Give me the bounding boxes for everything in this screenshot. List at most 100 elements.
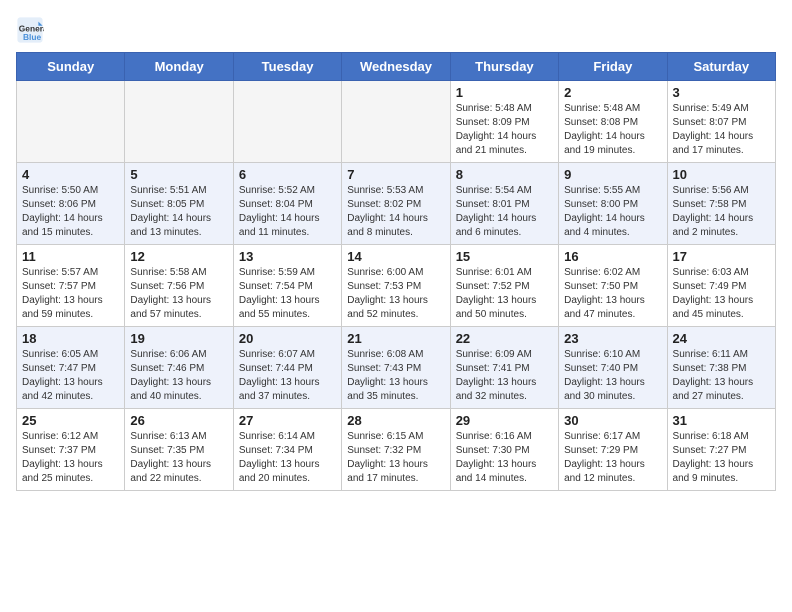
calendar-cell: 31 Sunrise: 6:18 AM Sunset: 7:27 PM Dayli… <box>667 409 775 491</box>
day-number: 19 <box>130 331 227 346</box>
day-info: Sunrise: 5:49 AM Sunset: 8:07 PM Dayligh… <box>673 102 770 158</box>
day-info: Sunrise: 5:54 AM Sunset: 8:01 PM Dayligh… <box>456 184 553 240</box>
day-info: Sunrise: 6:09 AM Sunset: 7:41 PM Dayligh… <box>456 348 553 404</box>
calendar-cell: 26 Sunrise: 6:13 AM Sunset: 7:35 PM Dayli… <box>125 409 233 491</box>
calendar-cell: 3Sunrise: 5:49 AM Sunset: 8:07 PM Daylig… <box>667 81 775 163</box>
calendar-cell: 19 Sunrise: 6:06 AM Sunset: 7:46 PM Dayli… <box>125 327 233 409</box>
day-number: 9 <box>564 167 661 182</box>
day-number: 21 <box>347 331 444 346</box>
calendar-week-row: 25 Sunrise: 6:12 AM Sunset: 7:37 PM Dayli… <box>17 409 776 491</box>
day-number: 17 <box>673 249 770 264</box>
day-info: Sunrise: 6:12 AM Sunset: 7:37 PM Dayligh… <box>22 430 119 486</box>
logo-icon: General Blue <box>16 16 44 44</box>
calendar-cell: 20 Sunrise: 6:07 AM Sunset: 7:44 PM Dayli… <box>233 327 341 409</box>
day-number: 2 <box>564 85 661 100</box>
day-info: Sunrise: 5:50 AM Sunset: 8:06 PM Dayligh… <box>22 184 119 240</box>
day-number: 25 <box>22 413 119 428</box>
calendar-cell: 9 Sunrise: 5:55 AM Sunset: 8:00 PM Daylig… <box>559 163 667 245</box>
calendar-cell <box>17 81 125 163</box>
calendar-cell: 4 Sunrise: 5:50 AM Sunset: 8:06 PM Daylig… <box>17 163 125 245</box>
day-number: 16 <box>564 249 661 264</box>
day-info: Sunrise: 5:55 AM Sunset: 8:00 PM Dayligh… <box>564 184 661 240</box>
weekday-header-sunday: Sunday <box>17 53 125 81</box>
calendar-week-row: 11 Sunrise: 5:57 AM Sunset: 7:57 PM Dayli… <box>17 245 776 327</box>
day-number: 31 <box>673 413 770 428</box>
weekday-header-thursday: Thursday <box>450 53 558 81</box>
day-info: Sunrise: 6:18 AM Sunset: 7:27 PM Dayligh… <box>673 430 770 486</box>
day-info: Sunrise: 5:56 AM Sunset: 7:58 PM Dayligh… <box>673 184 770 240</box>
calendar-cell: 11 Sunrise: 5:57 AM Sunset: 7:57 PM Dayli… <box>17 245 125 327</box>
day-number: 14 <box>347 249 444 264</box>
calendar-cell: 16Sunrise: 6:02 AM Sunset: 7:50 PM Dayli… <box>559 245 667 327</box>
day-info: Sunrise: 6:10 AM Sunset: 7:40 PM Dayligh… <box>564 348 661 404</box>
calendar-cell: 24 Sunrise: 6:11 AM Sunset: 7:38 PM Dayli… <box>667 327 775 409</box>
calendar-cell: 23 Sunrise: 6:10 AM Sunset: 7:40 PM Dayli… <box>559 327 667 409</box>
day-info: Sunrise: 6:16 AM Sunset: 7:30 PM Dayligh… <box>456 430 553 486</box>
day-info: Sunrise: 5:53 AM Sunset: 8:02 PM Dayligh… <box>347 184 444 240</box>
day-info: Sunrise: 5:48 AM Sunset: 8:09 PM Dayligh… <box>456 102 553 158</box>
calendar-cell: 14 Sunrise: 6:00 AM Sunset: 7:53 PM Dayli… <box>342 245 450 327</box>
calendar-cell: 13Sunrise: 5:59 AM Sunset: 7:54 PM Dayli… <box>233 245 341 327</box>
day-info: Sunrise: 5:52 AM Sunset: 8:04 PM Dayligh… <box>239 184 336 240</box>
day-number: 27 <box>239 413 336 428</box>
calendar-cell: 18 Sunrise: 6:05 AM Sunset: 7:47 PM Dayli… <box>17 327 125 409</box>
calendar-cell: 30 Sunrise: 6:17 AM Sunset: 7:29 PM Dayli… <box>559 409 667 491</box>
day-info: Sunrise: 6:17 AM Sunset: 7:29 PM Dayligh… <box>564 430 661 486</box>
calendar-cell: 17 Sunrise: 6:03 AM Sunset: 7:49 PM Dayli… <box>667 245 775 327</box>
calendar-cell: 5Sunrise: 5:51 AM Sunset: 8:05 PM Daylig… <box>125 163 233 245</box>
calendar-cell: 6 Sunrise: 5:52 AM Sunset: 8:04 PM Daylig… <box>233 163 341 245</box>
calendar-cell: 29 Sunrise: 6:16 AM Sunset: 7:30 PM Dayli… <box>450 409 558 491</box>
svg-text:Blue: Blue <box>23 32 41 42</box>
day-number: 15 <box>456 249 553 264</box>
day-info: Sunrise: 6:03 AM Sunset: 7:49 PM Dayligh… <box>673 266 770 322</box>
day-info: Sunrise: 6:15 AM Sunset: 7:32 PM Dayligh… <box>347 430 444 486</box>
day-info: Sunrise: 6:08 AM Sunset: 7:43 PM Dayligh… <box>347 348 444 404</box>
calendar-cell: 12Sunrise: 5:58 AM Sunset: 7:56 PM Dayli… <box>125 245 233 327</box>
day-number: 11 <box>22 249 119 264</box>
calendar-cell: 7Sunrise: 5:53 AM Sunset: 8:02 PM Daylig… <box>342 163 450 245</box>
calendar-cell: 21 Sunrise: 6:08 AM Sunset: 7:43 PM Dayli… <box>342 327 450 409</box>
day-info: Sunrise: 6:14 AM Sunset: 7:34 PM Dayligh… <box>239 430 336 486</box>
day-number: 18 <box>22 331 119 346</box>
day-number: 6 <box>239 167 336 182</box>
day-info: Sunrise: 6:06 AM Sunset: 7:46 PM Dayligh… <box>130 348 227 404</box>
day-number: 23 <box>564 331 661 346</box>
day-info: Sunrise: 6:05 AM Sunset: 7:47 PM Dayligh… <box>22 348 119 404</box>
logo: General Blue <box>16 16 48 44</box>
day-info: Sunrise: 6:00 AM Sunset: 7:53 PM Dayligh… <box>347 266 444 322</box>
day-number: 8 <box>456 167 553 182</box>
calendar-cell <box>233 81 341 163</box>
calendar-cell: 22 Sunrise: 6:09 AM Sunset: 7:41 PM Dayli… <box>450 327 558 409</box>
calendar-cell: 27 Sunrise: 6:14 AM Sunset: 7:34 PM Dayli… <box>233 409 341 491</box>
calendar-table: SundayMondayTuesdayWednesdayThursdayFrid… <box>16 52 776 491</box>
day-number: 1 <box>456 85 553 100</box>
day-number: 12 <box>130 249 227 264</box>
day-info: Sunrise: 5:57 AM Sunset: 7:57 PM Dayligh… <box>22 266 119 322</box>
day-info: Sunrise: 6:13 AM Sunset: 7:35 PM Dayligh… <box>130 430 227 486</box>
day-info: Sunrise: 6:01 AM Sunset: 7:52 PM Dayligh… <box>456 266 553 322</box>
calendar-week-row: 4 Sunrise: 5:50 AM Sunset: 8:06 PM Daylig… <box>17 163 776 245</box>
day-info: Sunrise: 5:59 AM Sunset: 7:54 PM Dayligh… <box>239 266 336 322</box>
day-number: 24 <box>673 331 770 346</box>
day-number: 29 <box>456 413 553 428</box>
day-number: 22 <box>456 331 553 346</box>
day-number: 28 <box>347 413 444 428</box>
day-info: Sunrise: 6:11 AM Sunset: 7:38 PM Dayligh… <box>673 348 770 404</box>
header: General Blue <box>16 16 776 44</box>
day-info: Sunrise: 5:48 AM Sunset: 8:08 PM Dayligh… <box>564 102 661 158</box>
calendar-cell: 10Sunrise: 5:56 AM Sunset: 7:58 PM Dayli… <box>667 163 775 245</box>
day-number: 20 <box>239 331 336 346</box>
day-number: 4 <box>22 167 119 182</box>
day-number: 26 <box>130 413 227 428</box>
calendar-cell: 25 Sunrise: 6:12 AM Sunset: 7:37 PM Dayli… <box>17 409 125 491</box>
weekday-header-tuesday: Tuesday <box>233 53 341 81</box>
calendar-cell: 1 Sunrise: 5:48 AM Sunset: 8:09 PM Daylig… <box>450 81 558 163</box>
calendar-cell: 28 Sunrise: 6:15 AM Sunset: 7:32 PM Dayli… <box>342 409 450 491</box>
calendar-cell <box>125 81 233 163</box>
weekday-header-monday: Monday <box>125 53 233 81</box>
calendar-cell: 15 Sunrise: 6:01 AM Sunset: 7:52 PM Dayli… <box>450 245 558 327</box>
day-number: 30 <box>564 413 661 428</box>
day-info: Sunrise: 6:07 AM Sunset: 7:44 PM Dayligh… <box>239 348 336 404</box>
weekday-header-wednesday: Wednesday <box>342 53 450 81</box>
weekday-header-saturday: Saturday <box>667 53 775 81</box>
